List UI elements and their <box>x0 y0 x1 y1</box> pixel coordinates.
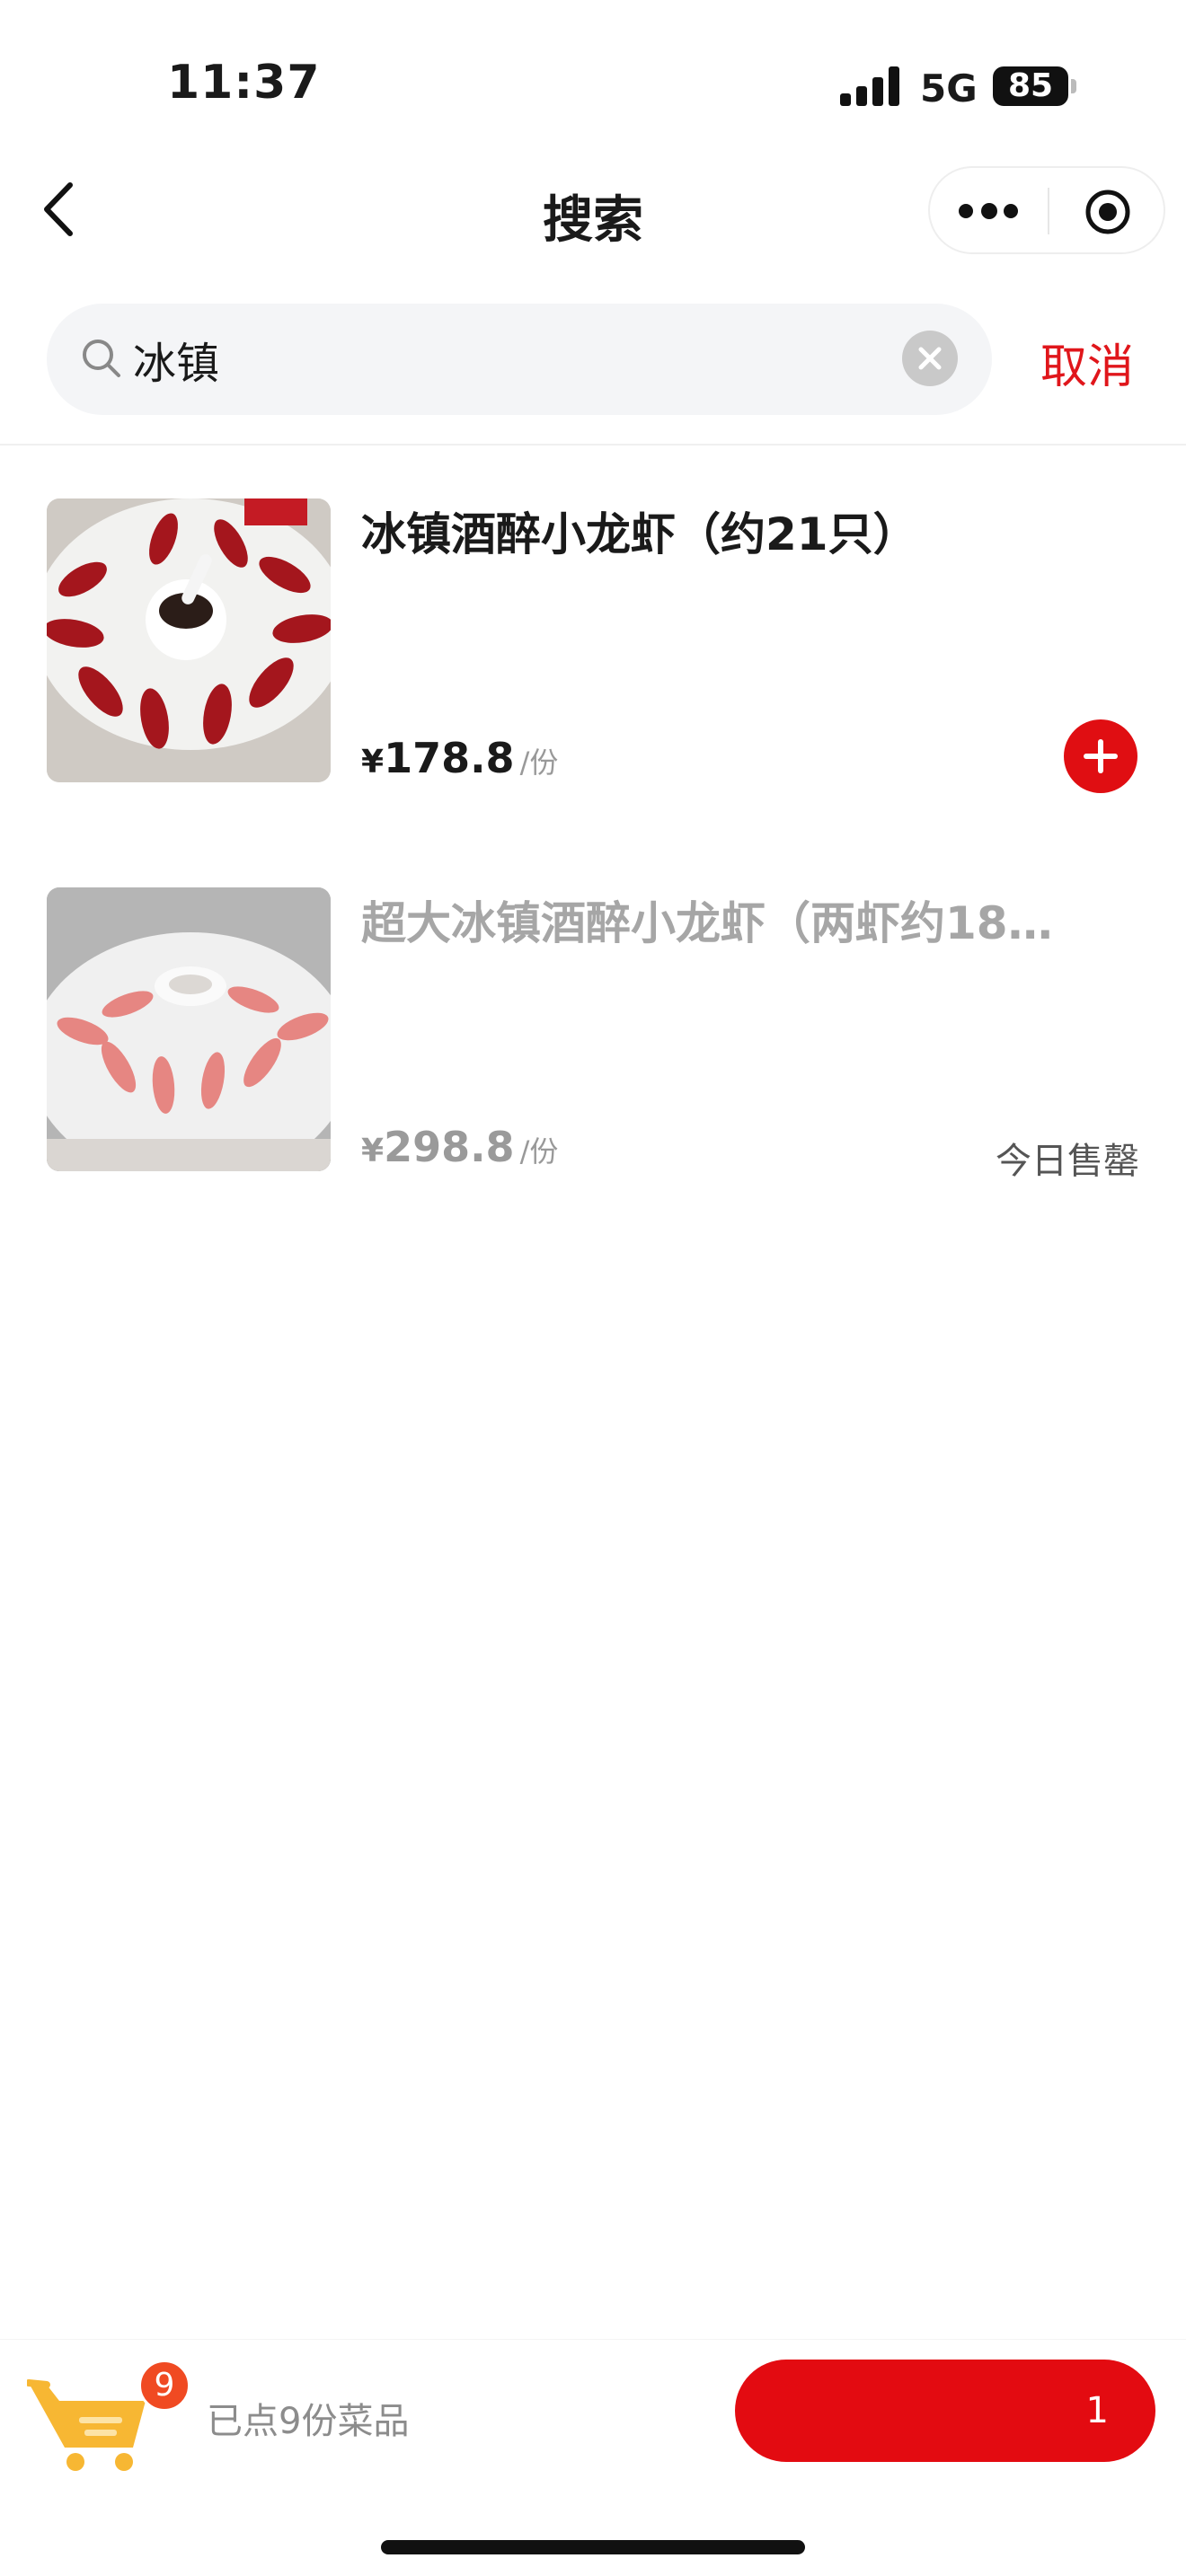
nav-bar: 搜索 <box>0 153 1186 269</box>
price-value: 178.8 <box>384 734 515 782</box>
soldout-status: 今日售罄 <box>996 1141 1139 1182</box>
product-name[interactable]: 冰镇酒醉小龙虾（约21只） <box>361 498 1134 563</box>
signal-icon <box>840 66 901 106</box>
checkout-button[interactable]: 1 <box>735 2360 1155 2462</box>
product-image[interactable] <box>47 498 331 782</box>
target-icon[interactable] <box>1084 189 1131 235</box>
search-input[interactable] <box>133 323 906 395</box>
status-time: 11:37 <box>167 56 321 110</box>
battery-tip <box>1071 79 1076 93</box>
price-unit: /份 <box>519 1134 559 1169</box>
product-name[interactable]: 超大冰镇酒醉小龙虾（两虾约18… <box>361 887 1134 952</box>
list-item[interactable]: 冰镇酒醉小龙虾（约21只） ¥178.8/份 <box>0 498 1186 793</box>
status-bar: 11:37 5G 85 <box>0 0 1186 153</box>
soldout-image-overlay <box>47 887 331 1171</box>
price-value: 298.8 <box>384 1123 515 1171</box>
network-label: 5G <box>920 66 978 110</box>
search-box <box>47 304 992 415</box>
add-to-cart-button[interactable] <box>1064 719 1137 793</box>
clear-icon[interactable] <box>902 331 958 386</box>
currency-symbol: ¥ <box>361 1133 385 1169</box>
home-indicator <box>381 2540 805 2554</box>
cart-summary: 已点9份菜品 <box>207 2401 410 2442</box>
search-divider <box>0 444 1186 446</box>
product-price: ¥178.8/份 <box>361 734 558 782</box>
mini-program-capsule <box>928 166 1165 254</box>
more-dots-icon[interactable] <box>959 200 1018 222</box>
cart-bar: 9 已点9份菜品 1 <box>0 2339 1186 2483</box>
search-icon <box>81 338 122 379</box>
product-price: ¥298.8/份 <box>361 1123 558 1171</box>
cancel-button[interactable]: 取消 <box>1040 329 1134 396</box>
price-unit: /份 <box>519 745 559 780</box>
currency-symbol: ¥ <box>361 744 385 781</box>
cart-count-badge: 9 <box>138 2360 190 2412</box>
list-item[interactable]: 超大冰镇酒醉小龙虾（两虾约18… ¥298.8/份 今日售罄 <box>0 887 1186 1182</box>
capsule-divider <box>1048 188 1049 234</box>
battery-icon: 85 <box>993 66 1068 106</box>
product-image[interactable] <box>47 887 331 1171</box>
